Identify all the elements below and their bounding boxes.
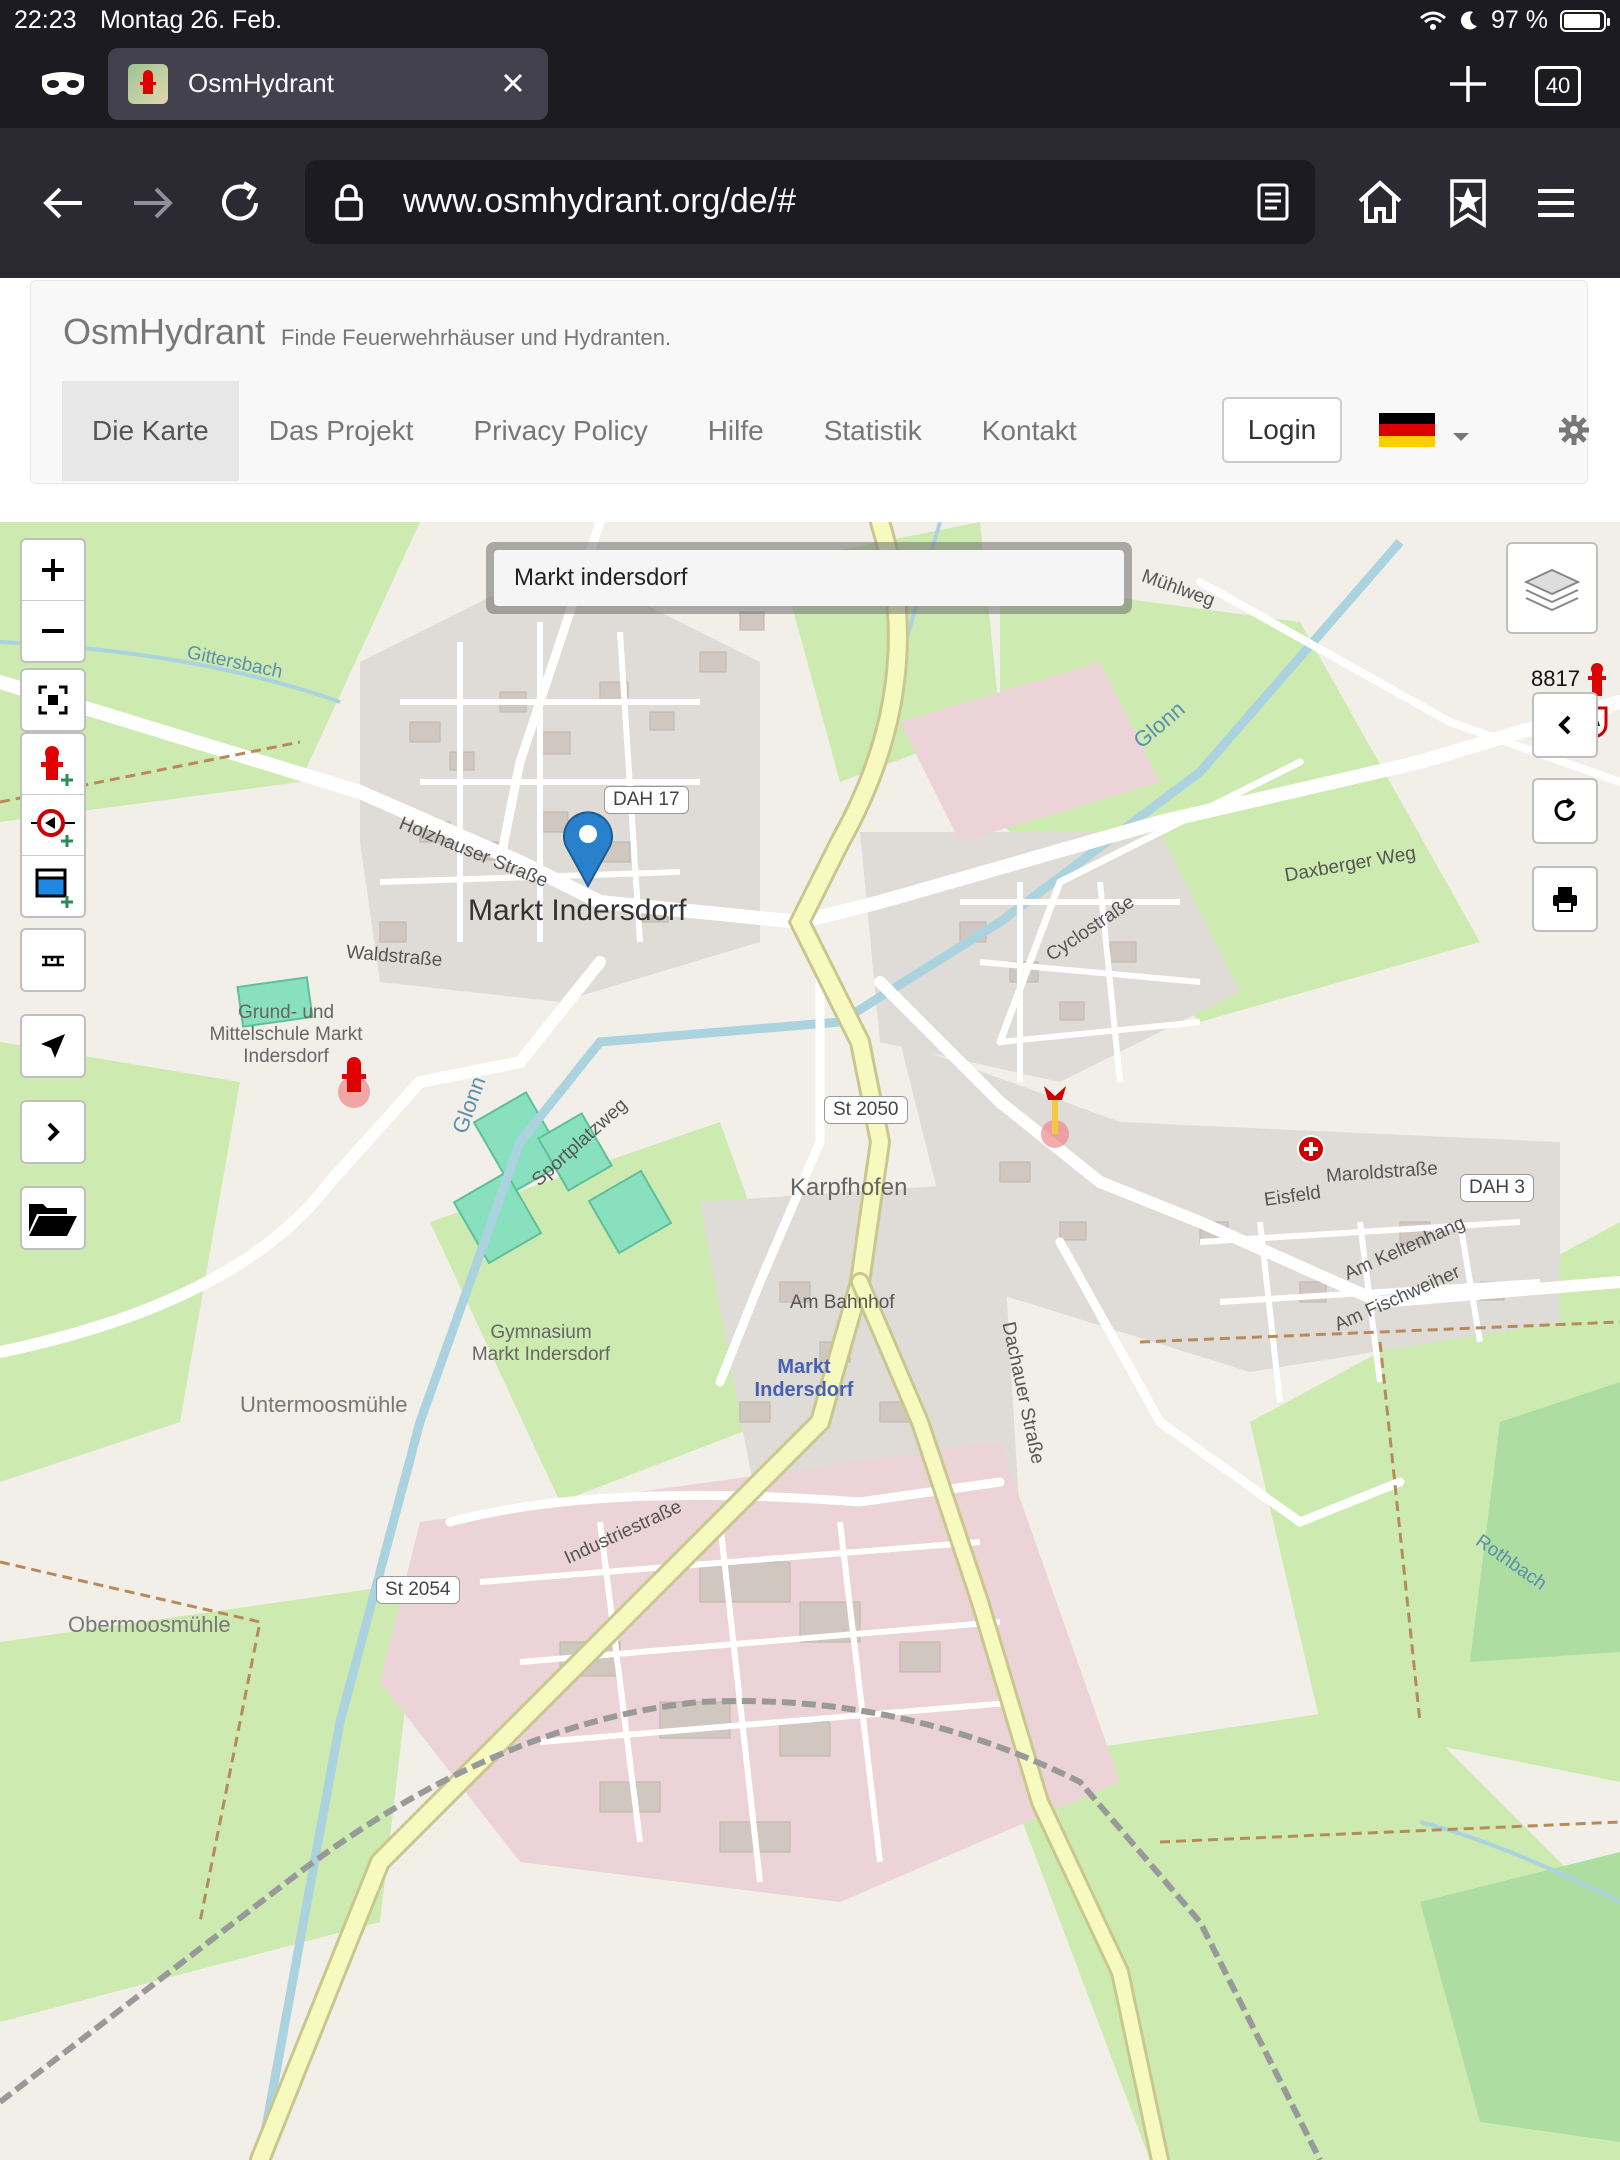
moon-icon (1460, 10, 1478, 29)
fullscreen-control (20, 668, 86, 732)
open-file-button[interactable] (22, 1188, 84, 1248)
hydrant-count: 8817 (1531, 666, 1580, 691)
gymnasium-label: Gymnasium Markt Indersdorf (471, 1322, 611, 1365)
locate-control (20, 1014, 86, 1078)
url-bar[interactable]: www.osmhydrant.org/de/# (305, 160, 1315, 244)
add-features-control (20, 732, 86, 918)
map-search-input[interactable] (494, 550, 1124, 606)
refresh-icon (1554, 797, 1576, 821)
layers-icon (1523, 568, 1581, 612)
station-label: Markt Indersdorf (754, 1356, 854, 1401)
forward-icon[interactable] (122, 173, 182, 233)
road-shield-dah3: DAH 3 (1460, 1174, 1534, 1202)
back-icon[interactable] (34, 173, 94, 233)
nav-hilfe[interactable]: Hilfe (678, 381, 794, 481)
print-map-button[interactable] (1532, 866, 1598, 932)
nav-privacy-policy[interactable]: Privacy Policy (443, 381, 677, 481)
battery-icon (1560, 9, 1610, 32)
locate-button[interactable] (22, 1016, 84, 1076)
print-icon (1553, 887, 1577, 912)
obermoosmuehle-label: Obermoosmühle (68, 1612, 231, 1637)
add-hydrant-icon (41, 746, 73, 786)
nav-kontakt[interactable]: Kontakt (952, 381, 1107, 481)
web-page: OsmHydrant Finde Feuerwehrhäuser und Hyd… (0, 278, 1620, 2160)
refresh-map-button[interactable] (1532, 778, 1598, 844)
status-date: Montag 26. Feb. (100, 6, 283, 34)
tab-title: OsmHydrant (188, 68, 334, 98)
chevron-left-icon (1558, 715, 1571, 735)
sidebar-control (20, 1100, 86, 1164)
nav-statistik[interactable]: Statistik (794, 381, 952, 481)
bookmarks-star-icon[interactable] (1438, 173, 1498, 233)
am-bahnhof-label: Am Bahnhof (790, 1292, 895, 1313)
site-brand[interactable]: OsmHydrant (63, 311, 265, 353)
town-label: Markt Indersdorf (468, 894, 687, 927)
untermoosmuehle-label: Untermoosmühle (240, 1392, 408, 1417)
road-shield-dah17: DAH 17 (604, 786, 689, 814)
fullscreen-button[interactable] (22, 670, 84, 730)
nav-die-karte[interactable]: Die Karte (62, 381, 239, 481)
home-icon[interactable] (1350, 173, 1410, 233)
new-tab-icon[interactable] (1446, 62, 1490, 106)
zoom-out-button[interactable] (22, 601, 84, 661)
road-shield-st2050: St 2050 (824, 1096, 908, 1124)
expand-sidebar-button[interactable] (22, 1102, 84, 1162)
map-tiles[interactable] (0, 522, 1620, 2160)
add-area-button[interactable] (22, 856, 84, 916)
active-tab[interactable]: OsmHydrant (108, 48, 548, 120)
plus-icon (42, 559, 64, 581)
reader-view-icon[interactable] (1251, 180, 1295, 224)
karpfhofen-label: Karpfhofen (790, 1174, 908, 1201)
osmhydrant-favicon-icon (128, 64, 168, 104)
browser-toolbar: www.osmhydrant.org/de/# (0, 128, 1620, 278)
site-navbar: OsmHydrant Finde Feuerwehrhäuser und Hyd… (30, 280, 1591, 484)
layers-button[interactable] (1506, 542, 1598, 634)
minus-icon (42, 629, 64, 633)
fullscreen-icon (38, 685, 68, 715)
zoom-control (20, 538, 86, 663)
map-search-box (486, 542, 1132, 614)
navigation-arrow-icon (41, 1034, 65, 1058)
file-control (20, 1186, 86, 1250)
collapse-panel-button[interactable] (1532, 692, 1598, 758)
site-tagline: Finde Feuerwehrhäuser und Hydranten. (281, 325, 672, 350)
zoom-in-button[interactable] (22, 540, 84, 601)
hydrant-marker-icon[interactable] (334, 1052, 374, 1108)
lock-icon[interactable] (325, 178, 373, 226)
german-flag-icon[interactable] (1379, 413, 1435, 447)
url-text: www.osmhydrant.org/de/# (403, 182, 797, 220)
map-view[interactable]: Markt Indersdorf Karpfhofen Markt Inders… (0, 522, 1620, 2160)
status-bar: 22:23 Montag 26. Feb. 97 % (0, 0, 1620, 44)
gear-icon[interactable] (1557, 413, 1591, 447)
login-button[interactable]: Login (1222, 397, 1342, 463)
wifi-icon (1420, 11, 1446, 30)
language-caret-icon[interactable] (1453, 433, 1469, 441)
reload-icon[interactable] (210, 173, 270, 233)
private-mask-icon[interactable] (40, 70, 86, 100)
tab-count-button[interactable]: 40 (1535, 66, 1581, 106)
add-suction-point-icon (31, 809, 75, 847)
ruler-icon (42, 955, 64, 967)
measure-control (20, 928, 86, 992)
road-shield-st2054: St 2054 (376, 1576, 460, 1604)
status-time: 22:23 (14, 6, 77, 34)
menu-icon[interactable] (1526, 173, 1586, 233)
battery-percent: 97 % (1491, 6, 1548, 34)
add-water-source-button[interactable] (22, 795, 84, 856)
close-tab-icon[interactable] (498, 68, 528, 98)
folder-open-icon (29, 1204, 77, 1236)
location-marker-icon[interactable] (562, 810, 614, 888)
chevron-right-icon (47, 1122, 60, 1142)
first-aid-icon (1297, 1135, 1325, 1163)
fire-station-marker-icon[interactable] (1040, 1082, 1070, 1152)
add-area-icon (35, 868, 73, 908)
add-hydrant-button[interactable] (22, 734, 84, 795)
nav-das-projekt[interactable]: Das Projekt (239, 381, 444, 481)
nav-links: Die Karte Das Projekt Privacy Policy Hil… (62, 381, 1107, 481)
measure-button[interactable] (22, 930, 84, 990)
tab-bar: OsmHydrant 40 (0, 44, 1620, 128)
